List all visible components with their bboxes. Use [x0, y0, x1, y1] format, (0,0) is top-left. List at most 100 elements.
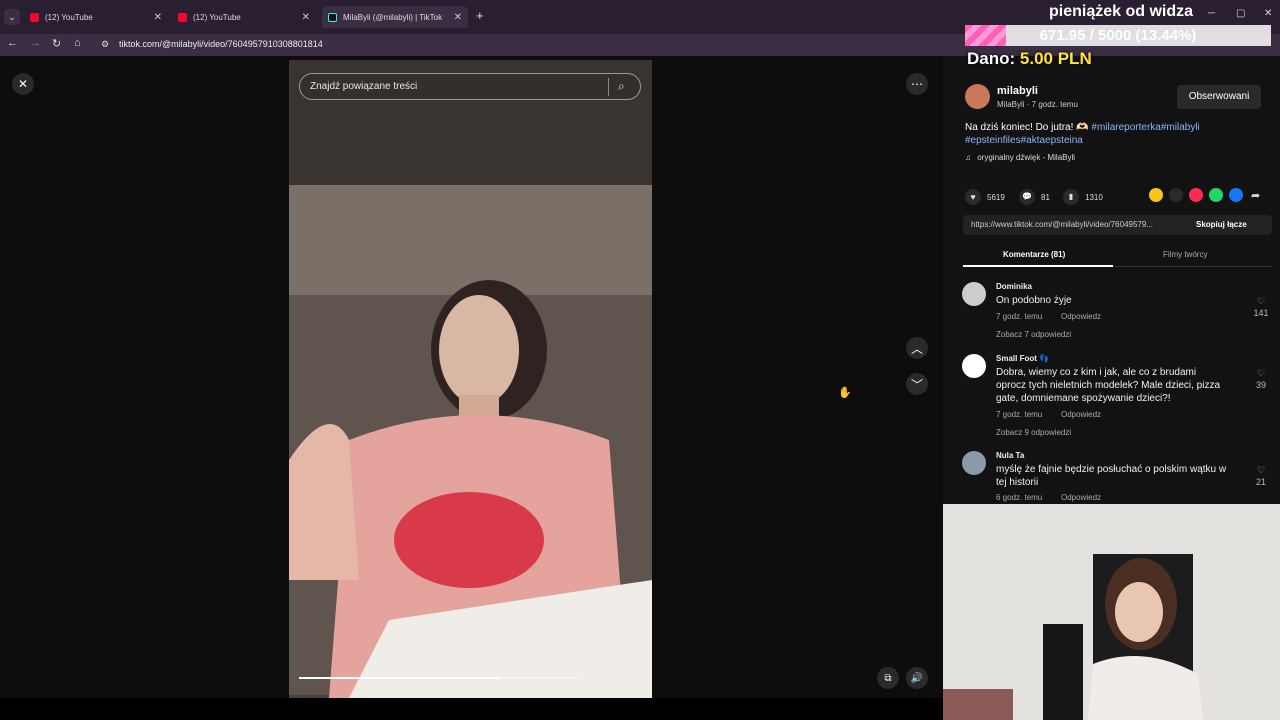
close-icon[interactable]: ✕ [12, 73, 34, 95]
reply-link[interactable]: Odpowiedz [1061, 410, 1101, 419]
previous-video-icon[interactable]: ︿ [906, 337, 928, 359]
username[interactable]: milabyli [997, 85, 1038, 97]
comment-like-icon[interactable]: ♡ [1250, 465, 1272, 476]
avatar[interactable] [962, 354, 986, 378]
reload-icon[interactable]: ↻ [52, 37, 61, 50]
like-stat[interactable]: ♥ 5619 [965, 189, 1005, 205]
tiktok-icon [328, 12, 337, 22]
copy-link-button[interactable]: Skopiuj łącze [1196, 220, 1247, 229]
donation-value: 5.00 PLN [1019, 49, 1092, 68]
save-count: 1310 [1085, 192, 1103, 202]
pip-icon[interactable]: ⧉ [877, 667, 899, 689]
url-field[interactable]: tiktok.com/@milabyli/video/7604957910308… [119, 39, 323, 49]
close-icon[interactable]: ✕ [454, 12, 462, 23]
donation-goal-bar: 671.95 / 5000 (13.44%) [965, 25, 1271, 46]
comment-like-icon[interactable]: ♡ [1250, 368, 1272, 379]
video-time: 06:06/08:34 [593, 673, 636, 682]
comment-count: 81 [1041, 192, 1050, 202]
comment-text: On podobno żyje [996, 295, 1072, 306]
follow-button[interactable]: Obserwowani [1177, 85, 1261, 109]
sound-row[interactable]: ♫ oryginalny dźwięk - MilaByli [965, 153, 1075, 162]
tab-youtube-2[interactable]: (12) YouTube ✕ [172, 6, 316, 28]
sound-label: oryginalny dźwięk - MilaByli [977, 153, 1076, 162]
search-divider [608, 78, 609, 96]
comment-author[interactable]: Dominika [996, 282, 1032, 291]
donation-last: Dano: 5.00 PLN [967, 49, 1092, 69]
close-icon[interactable]: ✕ [154, 12, 162, 23]
comment-icon: 💬 [1019, 189, 1035, 205]
save-stat[interactable]: ▮ 1310 [1063, 189, 1103, 205]
active-tab-underline [963, 265, 1113, 267]
bottom-strip [0, 698, 943, 720]
search-input[interactable]: Znajdź powiązane treści [310, 81, 417, 92]
close-window-icon[interactable]: ✕ [1264, 8, 1272, 19]
embed-icon[interactable] [1169, 188, 1183, 202]
video-link[interactable]: https://www.tiktok.com/@milabyli/video/7… [971, 220, 1153, 229]
comment-author[interactable]: Nula Ta [996, 451, 1024, 460]
comment-time: 7 godz. temu [996, 410, 1043, 419]
donation-goal-title: pieniążek od widza [1049, 3, 1194, 20]
avatar[interactable] [962, 282, 986, 306]
avatar[interactable] [965, 84, 990, 109]
video-column: ✕ Znajdź powiązane treści ⌕ ⋯ ︿ ﹀ ⧉ 🔊 06… [0, 56, 943, 698]
more-options-icon[interactable]: ⋯ [906, 73, 928, 95]
maximize-icon[interactable]: ▢ [1236, 8, 1245, 19]
donation-label: Dano: [967, 49, 1016, 68]
tab-comments[interactable]: Komentarze (81) [1003, 250, 1065, 259]
search-icon[interactable]: ⌕ [618, 79, 625, 94]
reply-link[interactable]: Odpowiedz [1061, 312, 1101, 321]
comment-time: 7 godz. temu [996, 312, 1043, 321]
send-icon[interactable] [1189, 188, 1203, 202]
caption-text: Na dziś koniec! Do jutra! 🫶🏻 [965, 122, 1089, 133]
tab-label: (12) YouTube [193, 12, 241, 22]
donation-goal-text: 671.95 / 5000 (13.44%) [1039, 27, 1197, 44]
display-name-time: MilaByli · 7 godz. temu [997, 100, 1078, 109]
link-box: https://www.tiktok.com/@milabyli/video/7… [963, 215, 1272, 235]
view-replies[interactable]: Zobacz 7 odpowiedzi [996, 330, 1071, 339]
next-video-icon[interactable]: ﹀ [906, 373, 928, 395]
youtube-icon [178, 12, 187, 22]
repost-icon[interactable] [1149, 188, 1163, 202]
reply-link[interactable]: Odpowiedz [1061, 493, 1101, 502]
new-tab-icon[interactable]: + [476, 8, 484, 23]
video-frame [289, 60, 652, 698]
comment-item: Small Foot 👣 Dobra, wiemy co z kim i jak… [962, 354, 1272, 444]
minimize-icon[interactable]: ─ [1208, 8, 1215, 19]
comment-like-count: 21 [1255, 477, 1266, 487]
avatar[interactable] [962, 451, 986, 475]
webcam-image [943, 504, 1280, 720]
close-icon[interactable]: ✕ [302, 12, 310, 23]
forward-icon[interactable]: → [30, 37, 41, 49]
hashtags-line1[interactable]: #milareporterka#milabyli [1091, 122, 1199, 133]
bookmark-icon: ▮ [1063, 189, 1079, 205]
webcam-feed [943, 504, 1280, 720]
tab-list-chevron-icon[interactable]: ⌄ [4, 9, 20, 25]
mouse-cursor: ✋ [838, 387, 852, 399]
video-progress-fill [299, 677, 500, 679]
tab-tiktok[interactable]: MilaByli (@milabyli) | TikTok ✕ [322, 6, 468, 28]
volume-icon[interactable]: 🔊 [906, 667, 928, 689]
facebook-icon[interactable] [1229, 188, 1243, 202]
hashtags-line2[interactable]: #epsteinfiles#aktaepsteina [965, 135, 1083, 146]
comment-author[interactable]: Small Foot 👣 [996, 354, 1049, 363]
video-player[interactable] [289, 60, 652, 698]
site-settings-icon[interactable]: ⚙ [101, 39, 109, 50]
tab-label: (12) YouTube [45, 12, 93, 22]
comment-stat[interactable]: 💬 81 [1019, 189, 1050, 205]
heart-icon: ♥ [965, 189, 981, 205]
back-icon[interactable]: ← [7, 37, 18, 49]
comment-text: myślę że fajnie będzie posłuchać o polsk… [996, 464, 1227, 488]
music-note-icon: ♫ [965, 153, 971, 162]
video-progress-track[interactable] [299, 677, 581, 679]
whatsapp-icon[interactable] [1209, 188, 1223, 202]
view-replies[interactable]: Zobacz 9 odpowiedzi [996, 428, 1071, 437]
tab-creator-videos[interactable]: Filmy twórcy [1163, 250, 1207, 259]
comment-like-icon[interactable]: ♡ [1250, 296, 1272, 307]
home-icon[interactable]: ⌂ [74, 37, 81, 49]
comment-time: 6 godz. temu [996, 493, 1043, 502]
caption: Na dziś koniec! Do jutra! 🫶🏻 #milareport… [965, 121, 1235, 147]
related-search-bar[interactable]: Znajdź powiązane treści ⌕ [299, 73, 641, 100]
tab-youtube-1[interactable]: (12) YouTube ✕ [24, 6, 168, 28]
share-arrow-icon[interactable]: ➦ [1251, 189, 1260, 202]
like-count: 5619 [987, 192, 1005, 202]
